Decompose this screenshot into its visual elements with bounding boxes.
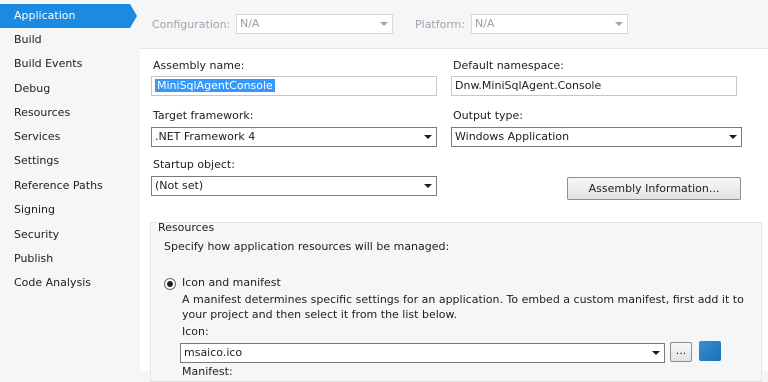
manifest-help-line-2: your project and then select it from the…: [182, 308, 457, 321]
sidebar-item-label: Services: [14, 130, 61, 143]
sidebar-item-label: Application: [14, 9, 76, 22]
platform-dropdown[interactable]: N/A: [471, 14, 628, 34]
sidebar-item-build-events[interactable]: Build Events: [0, 52, 126, 76]
manifest-label: Manifest:: [182, 365, 233, 378]
browse-button-label: ...: [675, 344, 687, 357]
chevron-down-icon: [729, 135, 737, 139]
sidebar-item-build[interactable]: Build: [0, 28, 126, 52]
sidebar-item-reference-paths[interactable]: Reference Paths: [0, 174, 126, 198]
target-framework-dropdown[interactable]: .NET Framework 4: [151, 127, 437, 147]
sidebar-item-label: Signing: [14, 203, 56, 216]
configuration-value: N/A: [240, 17, 260, 30]
icon-dropdown[interactable]: msaico.ico: [180, 343, 665, 363]
resources-group: Resources Specify how application resour…: [150, 221, 762, 382]
configuration-toolbar: Configuration: N/A Platform: N/A: [140, 0, 768, 49]
application-properties-page: Configuration: N/A Platform: N/A Assembl…: [140, 0, 768, 382]
sidebar-item-code-analysis[interactable]: Code Analysis: [0, 271, 126, 295]
project-properties-sidebar: Application Build Build Events Debug Res…: [0, 0, 140, 371]
platform-value: N/A: [475, 17, 495, 30]
manifest-help-line-1: A manifest determines specific settings …: [182, 293, 744, 306]
browse-icon-button[interactable]: ...: [670, 342, 692, 362]
assembly-information-button[interactable]: Assembly Information...: [567, 177, 741, 200]
output-type-value: Windows Application: [455, 130, 570, 143]
sidebar-item-application[interactable]: Application: [0, 4, 137, 28]
resources-group-title: Resources: [158, 221, 215, 234]
sidebar-item-label: Build: [14, 33, 42, 46]
configuration-dropdown[interactable]: N/A: [236, 14, 393, 34]
sidebar-item-label: Publish: [14, 252, 54, 265]
sidebar-item-label: Reference Paths: [14, 179, 103, 192]
output-type-dropdown[interactable]: Windows Application: [451, 127, 742, 147]
sidebar-item-signing[interactable]: Signing: [0, 198, 126, 222]
chevron-down-icon: [380, 22, 388, 26]
startup-object-dropdown[interactable]: (Not set): [151, 176, 437, 196]
default-namespace-label: Default namespace:: [453, 59, 564, 72]
sidebar-item-debug[interactable]: Debug: [0, 77, 126, 101]
resources-description: Specify how application resources will b…: [164, 240, 450, 253]
chevron-down-icon: [424, 184, 432, 188]
icon-and-manifest-label: Icon and manifest: [182, 276, 281, 289]
sidebar-item-label: Security: [14, 228, 60, 241]
sidebar-item-publish[interactable]: Publish: [0, 247, 126, 271]
icon-label: Icon:: [182, 325, 209, 338]
assembly-name-label: Assembly name:: [153, 59, 245, 72]
application-icon-preview: [699, 341, 721, 361]
sidebar-item-label: Code Analysis: [14, 276, 91, 289]
startup-object-label: Startup object:: [153, 158, 235, 171]
startup-object-value: (Not set): [155, 179, 204, 192]
chevron-down-icon: [615, 22, 623, 26]
assembly-information-label: Assembly Information...: [588, 182, 720, 195]
target-framework-label: Target framework:: [153, 109, 254, 122]
sidebar-item-label: Build Events: [14, 57, 83, 70]
sidebar-item-label: Resources: [14, 106, 71, 119]
sidebar-item-settings[interactable]: Settings: [0, 149, 126, 173]
target-framework-value: .NET Framework 4: [155, 130, 256, 143]
configuration-label: Configuration:: [152, 18, 231, 31]
default-namespace-input[interactable]: Dnw.MiniSqlAgent.Console: [451, 76, 737, 96]
icon-and-manifest-radio[interactable]: [164, 278, 176, 290]
assembly-name-value: MiniSqlAgentConsole: [155, 79, 275, 92]
output-type-label: Output type:: [453, 109, 523, 122]
selection-arrow-icon: [130, 4, 137, 28]
sidebar-item-label: Debug: [14, 82, 51, 95]
sidebar-item-services[interactable]: Services: [0, 125, 126, 149]
chevron-down-icon: [652, 351, 660, 355]
platform-label: Platform:: [415, 18, 466, 31]
assembly-name-input[interactable]: MiniSqlAgentConsole: [151, 76, 437, 96]
default-namespace-value: Dnw.MiniSqlAgent.Console: [455, 79, 602, 92]
chevron-down-icon: [424, 135, 432, 139]
sidebar-item-security[interactable]: Security: [0, 223, 126, 247]
sidebar-item-label: Settings: [14, 154, 60, 167]
icon-value: msaico.ico: [184, 346, 243, 359]
sidebar-item-resources[interactable]: Resources: [0, 101, 126, 125]
